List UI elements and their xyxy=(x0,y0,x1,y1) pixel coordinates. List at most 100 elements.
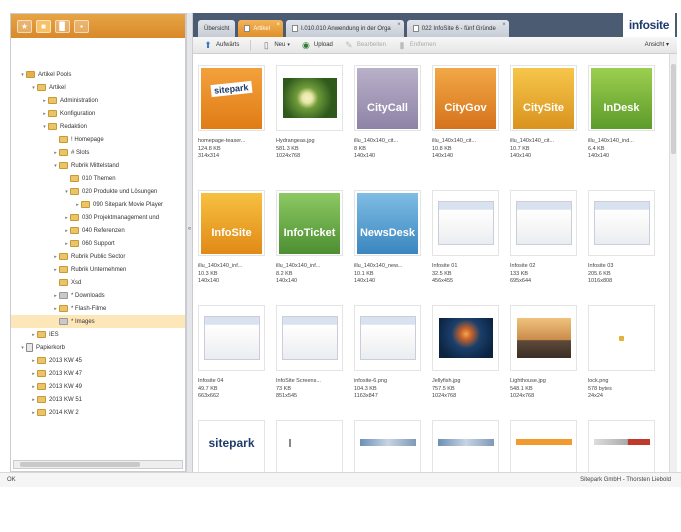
expand-arrow-icon[interactable]: ▸ xyxy=(52,254,59,260)
collapse-arrow-icon[interactable]: « xyxy=(187,226,192,232)
tab[interactable]: Übersicht xyxy=(198,20,236,37)
scrollbar-thumb[interactable] xyxy=(671,64,676,154)
expand-arrow-icon[interactable]: ▸ xyxy=(74,202,81,208)
asset-thumbnail[interactable]: sitepark xyxy=(198,65,265,131)
tree-node[interactable]: ▸ 060 Support xyxy=(11,237,185,250)
asset-thumbnail[interactable] xyxy=(276,65,343,131)
up-button[interactable]: ⬆ Aufwärts xyxy=(203,40,239,50)
tab[interactable]: 022 InfoSite 6 - fünf Gründe × xyxy=(406,20,509,37)
asset-thumbnail[interactable]: CitySite xyxy=(510,65,577,131)
nav-toolbar-button[interactable]: ■ xyxy=(36,19,51,33)
scrollbar-thumb[interactable] xyxy=(20,462,140,467)
asset-item[interactable]: CityCall illu_140x140_cit... 8 KB 140x140 xyxy=(354,65,431,177)
asset-thumbnail[interactable] xyxy=(432,190,499,256)
tree-node[interactable]: ▾ 020 Produkte und Lösungen xyxy=(11,185,185,198)
asset-item[interactable]: CityGov illu_140x140_cit... 10.8 KB 140x140 xyxy=(432,65,509,177)
expand-arrow-icon[interactable]: ▸ xyxy=(52,306,59,312)
tree-node[interactable]: ▸ 2013 KW 51 xyxy=(11,393,185,406)
asset-thumbnail[interactable] xyxy=(276,305,343,371)
expand-arrow-icon[interactable]: ▸ xyxy=(63,241,70,247)
tree-node[interactable]: ▸ * Downloads xyxy=(11,289,185,302)
tree-node[interactable]: Xsd xyxy=(11,276,185,289)
asset-item[interactable]: Lighthouse.jpg 548.1 KB 1024x768 xyxy=(510,305,587,417)
tree-node[interactable]: ▸ Konfiguration xyxy=(11,107,185,120)
asset-item[interactable]: infosite-6.png 104.3 KB 1163x847 xyxy=(354,305,431,417)
tab[interactable]: I.010.010 Anwendung in der Orga × xyxy=(286,20,404,37)
tree-horizontal-scrollbar[interactable] xyxy=(13,460,183,469)
expand-arrow-icon[interactable]: ▸ xyxy=(63,215,70,221)
asset-thumbnail[interactable]: NewsDesk xyxy=(354,190,421,256)
asset-thumbnail[interactable] xyxy=(432,305,499,371)
tree-node[interactable]: ▾ Papierkorb xyxy=(11,341,185,354)
close-icon[interactable]: × xyxy=(397,22,401,28)
asset-thumbnail[interactable]: CityCall xyxy=(354,65,421,131)
nav-toolbar-button[interactable]: ★ xyxy=(17,19,32,33)
collapse-arrow-icon[interactable]: ▾ xyxy=(52,163,59,169)
asset-item[interactable]: Infosite 04 49.7 KB 663x662 xyxy=(198,305,275,417)
close-icon[interactable]: × xyxy=(502,22,506,28)
asset-item[interactable]: Hydrangeas.jpg 581.3 KB 1024x768 xyxy=(276,65,353,177)
tree-node[interactable]: ▸ Rubrik Public Sector xyxy=(11,250,185,263)
expand-arrow-icon[interactable]: ▸ xyxy=(30,332,37,338)
asset-item[interactable]: CitySite illu_140x140_cit... 10.7 KB 140x14… xyxy=(510,65,587,177)
collapse-arrow-icon[interactable]: ▾ xyxy=(19,72,26,78)
grid-vertical-scrollbar[interactable] xyxy=(669,54,677,472)
expand-arrow-icon[interactable]: ▸ xyxy=(30,410,37,416)
asset-item[interactable]: sitepark homepage-teaser... 124.8 KB 314x31… xyxy=(198,65,275,177)
expand-arrow-icon[interactable]: ▸ xyxy=(30,371,37,377)
tree-node[interactable]: ▾ Artikel xyxy=(11,81,185,94)
nav-toolbar-button[interactable]: ▉ xyxy=(55,19,70,33)
asset-item[interactable]: InDesk illu_140x140_ind... 6.4 KB 140x140 xyxy=(588,65,665,177)
asset-thumbnail[interactable] xyxy=(588,305,655,371)
asset-item[interactable]: InfoTicket illu_140x140_inf... 8.2 KB 140x1… xyxy=(276,190,353,302)
expand-arrow-icon[interactable]: ▸ xyxy=(63,228,70,234)
expand-arrow-icon[interactable]: ▸ xyxy=(52,293,59,299)
collapse-arrow-icon[interactable]: ▾ xyxy=(19,345,26,351)
tree-node[interactable]: ! Homepage xyxy=(11,133,185,146)
new-button[interactable]: ▯ Neu ▾ xyxy=(261,40,290,50)
asset-thumbnail[interactable]: InfoSite xyxy=(198,190,265,256)
asset-item[interactable]: InfoSite Screens... 73 KB 851x545 xyxy=(276,305,353,417)
expand-arrow-icon[interactable]: ▸ xyxy=(41,98,48,104)
upload-button[interactable]: ◉ Upload xyxy=(301,40,333,50)
edit-button[interactable]: ✎ Bearbeiten xyxy=(344,40,386,50)
tree-node[interactable]: * Images xyxy=(11,315,185,328)
tree-node[interactable]: ▾ Rubrik Mittelstand xyxy=(11,159,185,172)
expand-arrow-icon[interactable]: ▸ xyxy=(41,111,48,117)
collapse-arrow-icon[interactable]: ▾ xyxy=(30,85,37,91)
tab[interactable]: Artikel × xyxy=(238,20,284,37)
asset-item[interactable]: Infosite 01 32.5 KB 456x455 xyxy=(432,190,509,302)
tree-node[interactable]: ▾ Redaktion xyxy=(11,120,185,133)
collapse-arrow-icon[interactable]: ▾ xyxy=(63,189,70,195)
asset-thumbnail[interactable]: CityGov xyxy=(432,65,499,131)
asset-thumbnail[interactable] xyxy=(510,305,577,371)
expand-arrow-icon[interactable]: ▸ xyxy=(30,384,37,390)
tree-node[interactable]: ▸ Administration xyxy=(11,94,185,107)
asset-item[interactable]: Infosite 02 133 KB 695x644 xyxy=(510,190,587,302)
tree-node[interactable]: ▸ 2013 KW 49 xyxy=(11,380,185,393)
tree-node[interactable]: ▸ Rubrik Unternehmen xyxy=(11,263,185,276)
tree-node[interactable]: 010 Themen xyxy=(11,172,185,185)
tree-node[interactable]: ▸ 090 Sitepark Movie Player xyxy=(11,198,185,211)
view-menu-button[interactable]: Ansicht ▾ xyxy=(645,41,669,48)
expand-arrow-icon[interactable]: ▸ xyxy=(52,267,59,273)
tree-node[interactable]: ▾ Artikel Pools xyxy=(11,68,185,81)
asset-thumbnail[interactable] xyxy=(510,190,577,256)
collapse-arrow-icon[interactable]: ▾ xyxy=(41,124,48,130)
asset-thumbnail[interactable] xyxy=(588,190,655,256)
tree-node[interactable]: ▸ 030 Projektmanagement und xyxy=(11,211,185,224)
tree-node[interactable]: ▸ # Slots xyxy=(11,146,185,159)
tree-node[interactable]: ▸ 2014 KW 2 xyxy=(11,406,185,419)
delete-button[interactable]: ▮ Entfernen xyxy=(397,40,436,50)
asset-thumbnail[interactable] xyxy=(354,305,421,371)
expand-arrow-icon[interactable]: ▸ xyxy=(30,358,37,364)
asset-thumbnail[interactable]: InDesk xyxy=(588,65,655,131)
panel-splitter[interactable]: « xyxy=(186,13,193,472)
tree-node[interactable]: ▸ * Flash-Filme xyxy=(11,302,185,315)
close-icon[interactable]: × xyxy=(277,22,281,28)
expand-arrow-icon[interactable]: ▸ xyxy=(52,150,59,156)
asset-item[interactable]: NewsDesk illu_140x140_new... 10.1 KB 140x14… xyxy=(354,190,431,302)
asset-item[interactable]: InfoSite illu_140x140_inf... 10.3 KB 140x14… xyxy=(198,190,275,302)
nav-toolbar-button[interactable]: ▪ xyxy=(74,19,89,33)
tree-node[interactable]: ▸ 2013 KW 47 xyxy=(11,367,185,380)
